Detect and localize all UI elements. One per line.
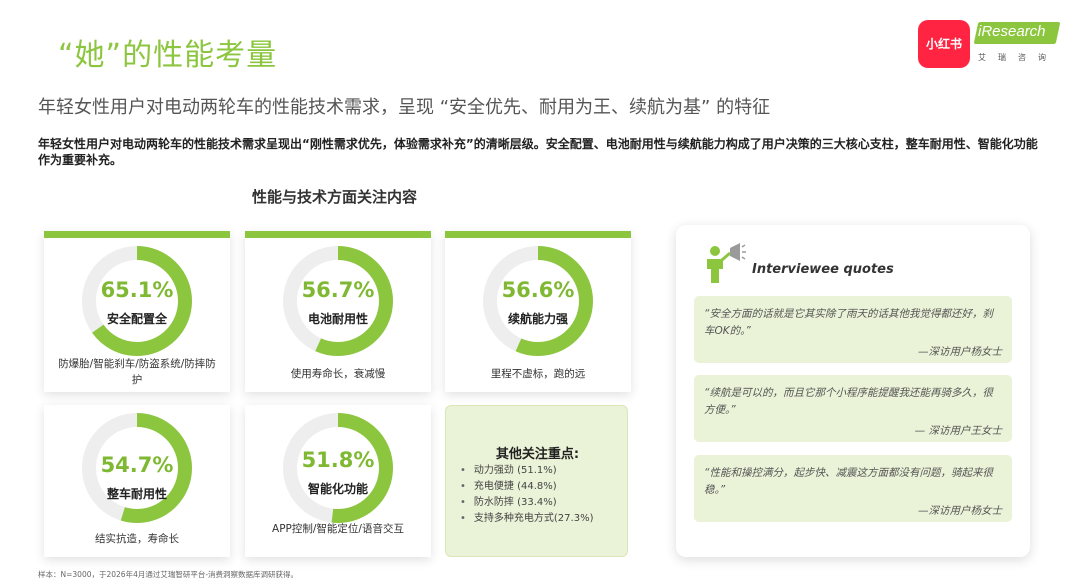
quote-text: “续航是可以的，而且它那个小程序能提醒我还能再骑多久，很方便。” bbox=[704, 387, 993, 416]
logos: 小红书 iResearch 艾瑞咨询 bbox=[918, 18, 1061, 70]
list-item: 动力强劲 (51.1%) bbox=[460, 463, 593, 479]
quotes-heading: Interviewee quotes bbox=[752, 262, 894, 277]
quote-source: —深访用户杨女士 bbox=[918, 505, 1002, 517]
other-focus-title: 其他关注重点: bbox=[495, 447, 580, 462]
donut-card-durability: 54.7% 整车耐用性 结实抗造，寿命长 bbox=[44, 405, 230, 557]
quote-card: “安全方面的话就是它其实除了雨天的话其他我觉得都还好，刹车OK的。” —深访用户… bbox=[694, 296, 1012, 363]
quote-card: “性能和操控满分，起步快、减震这方面都没有问题，骑起来很稳。” —深访用户杨女士 bbox=[694, 455, 1012, 522]
donut-value: 56.7% bbox=[301, 278, 375, 302]
donut-label: 安全配置全 bbox=[106, 312, 167, 326]
page-subtitle: 年轻女性用户对电动两轮车的性能技术需求，呈现 “安全优先、耐用为王、续航为基” … bbox=[38, 97, 771, 118]
other-focus-box: 其他关注重点: 动力强劲 (51.1%) 充电便捷 (44.8%) 防水防摔 (… bbox=[445, 405, 628, 557]
donut-sublabel: 使用寿命长，衰减慢 bbox=[290, 368, 386, 380]
donut-card-safety: 65.1% 安全配置全 防爆胎/智能刹车/防盗系统/防摔防护 bbox=[44, 231, 230, 392]
donut-label: 续航能力强 bbox=[507, 312, 568, 326]
donut-card-smart: 51.8% 智能化功能 APP控制/智能定位/语音交互 bbox=[245, 405, 431, 557]
quote-text: “安全方面的话就是它其实除了雨天的话其他我觉得都还好，刹车OK的。” bbox=[704, 308, 993, 337]
donut-value: 54.7% bbox=[100, 453, 174, 477]
quote-source: —深访用户杨女士 bbox=[918, 346, 1002, 358]
xiaohongshu-logo: 小红书 bbox=[918, 20, 970, 68]
quote-source: — 深访用户王女士 bbox=[914, 425, 1002, 437]
list-item: 支持多种充电方式(27.3%) bbox=[460, 511, 594, 527]
donut-card-range: 56.6% 续航能力强 里程不虚标，跑的远 bbox=[445, 231, 631, 392]
donut-label: 整车耐用性 bbox=[106, 487, 167, 501]
list-item: 充电便捷 (44.8%) bbox=[460, 479, 593, 495]
footnote: 样本：N=3000，于2026年4月通过艾瑞智研平台-消费洞察数据库调研获得。 bbox=[38, 570, 299, 579]
donut-sublabel: 防爆胎/智能刹车/防盗系统/防摔防护 bbox=[58, 358, 216, 386]
donut-label: 智能化功能 bbox=[307, 482, 368, 496]
donut-value: 65.1% bbox=[100, 278, 174, 302]
other-focus-list: 动力强劲 (51.1%) 充电便捷 (44.8%) 防水防摔 (33.4%) 支… bbox=[460, 463, 594, 527]
quote-card: “续航是可以的，而且它那个小程序能提醒我还能再骑多久，很方便。” — 深访用户王… bbox=[694, 375, 1012, 442]
page-title: “她”的性能考量 bbox=[58, 38, 278, 73]
iresearch-logo-text: iResearch bbox=[978, 23, 1046, 40]
page-description: 年轻女性用户对电动两轮车的性能技术需求呈现出“刚性需求优先，体验需求补充”的清晰… bbox=[38, 137, 1038, 167]
donut-sublabel: 里程不虚标，跑的远 bbox=[490, 368, 586, 380]
iresearch-logo: iResearch 艾瑞咨询 bbox=[973, 18, 1061, 70]
list-item: 防水防摔 (33.4%) bbox=[460, 495, 593, 511]
donut-label: 电池耐用性 bbox=[307, 312, 368, 326]
donut-sublabel: 结实抗造，寿命长 bbox=[95, 533, 179, 545]
donut-value: 56.6% bbox=[501, 278, 575, 302]
quotes-panel: Interviewee quotes “安全方面的话就是它其实除了雨天的话其他我… bbox=[676, 225, 1030, 557]
speaker-megaphone-icon bbox=[707, 243, 746, 283]
quote-text: “性能和操控满分，起步快、减震这方面都没有问题，骑起来很稳。” bbox=[704, 467, 993, 496]
iresearch-logo-cn: 艾瑞咨询 bbox=[978, 53, 1058, 62]
donut-sublabel: APP控制/智能定位/语音交互 bbox=[272, 523, 404, 535]
chart-title: 性能与技术方面关注内容 bbox=[252, 188, 418, 206]
donut-card-battery: 56.7% 电池耐用性 使用寿命长，衰减慢 bbox=[245, 231, 431, 392]
donut-value: 51.8% bbox=[301, 448, 375, 472]
